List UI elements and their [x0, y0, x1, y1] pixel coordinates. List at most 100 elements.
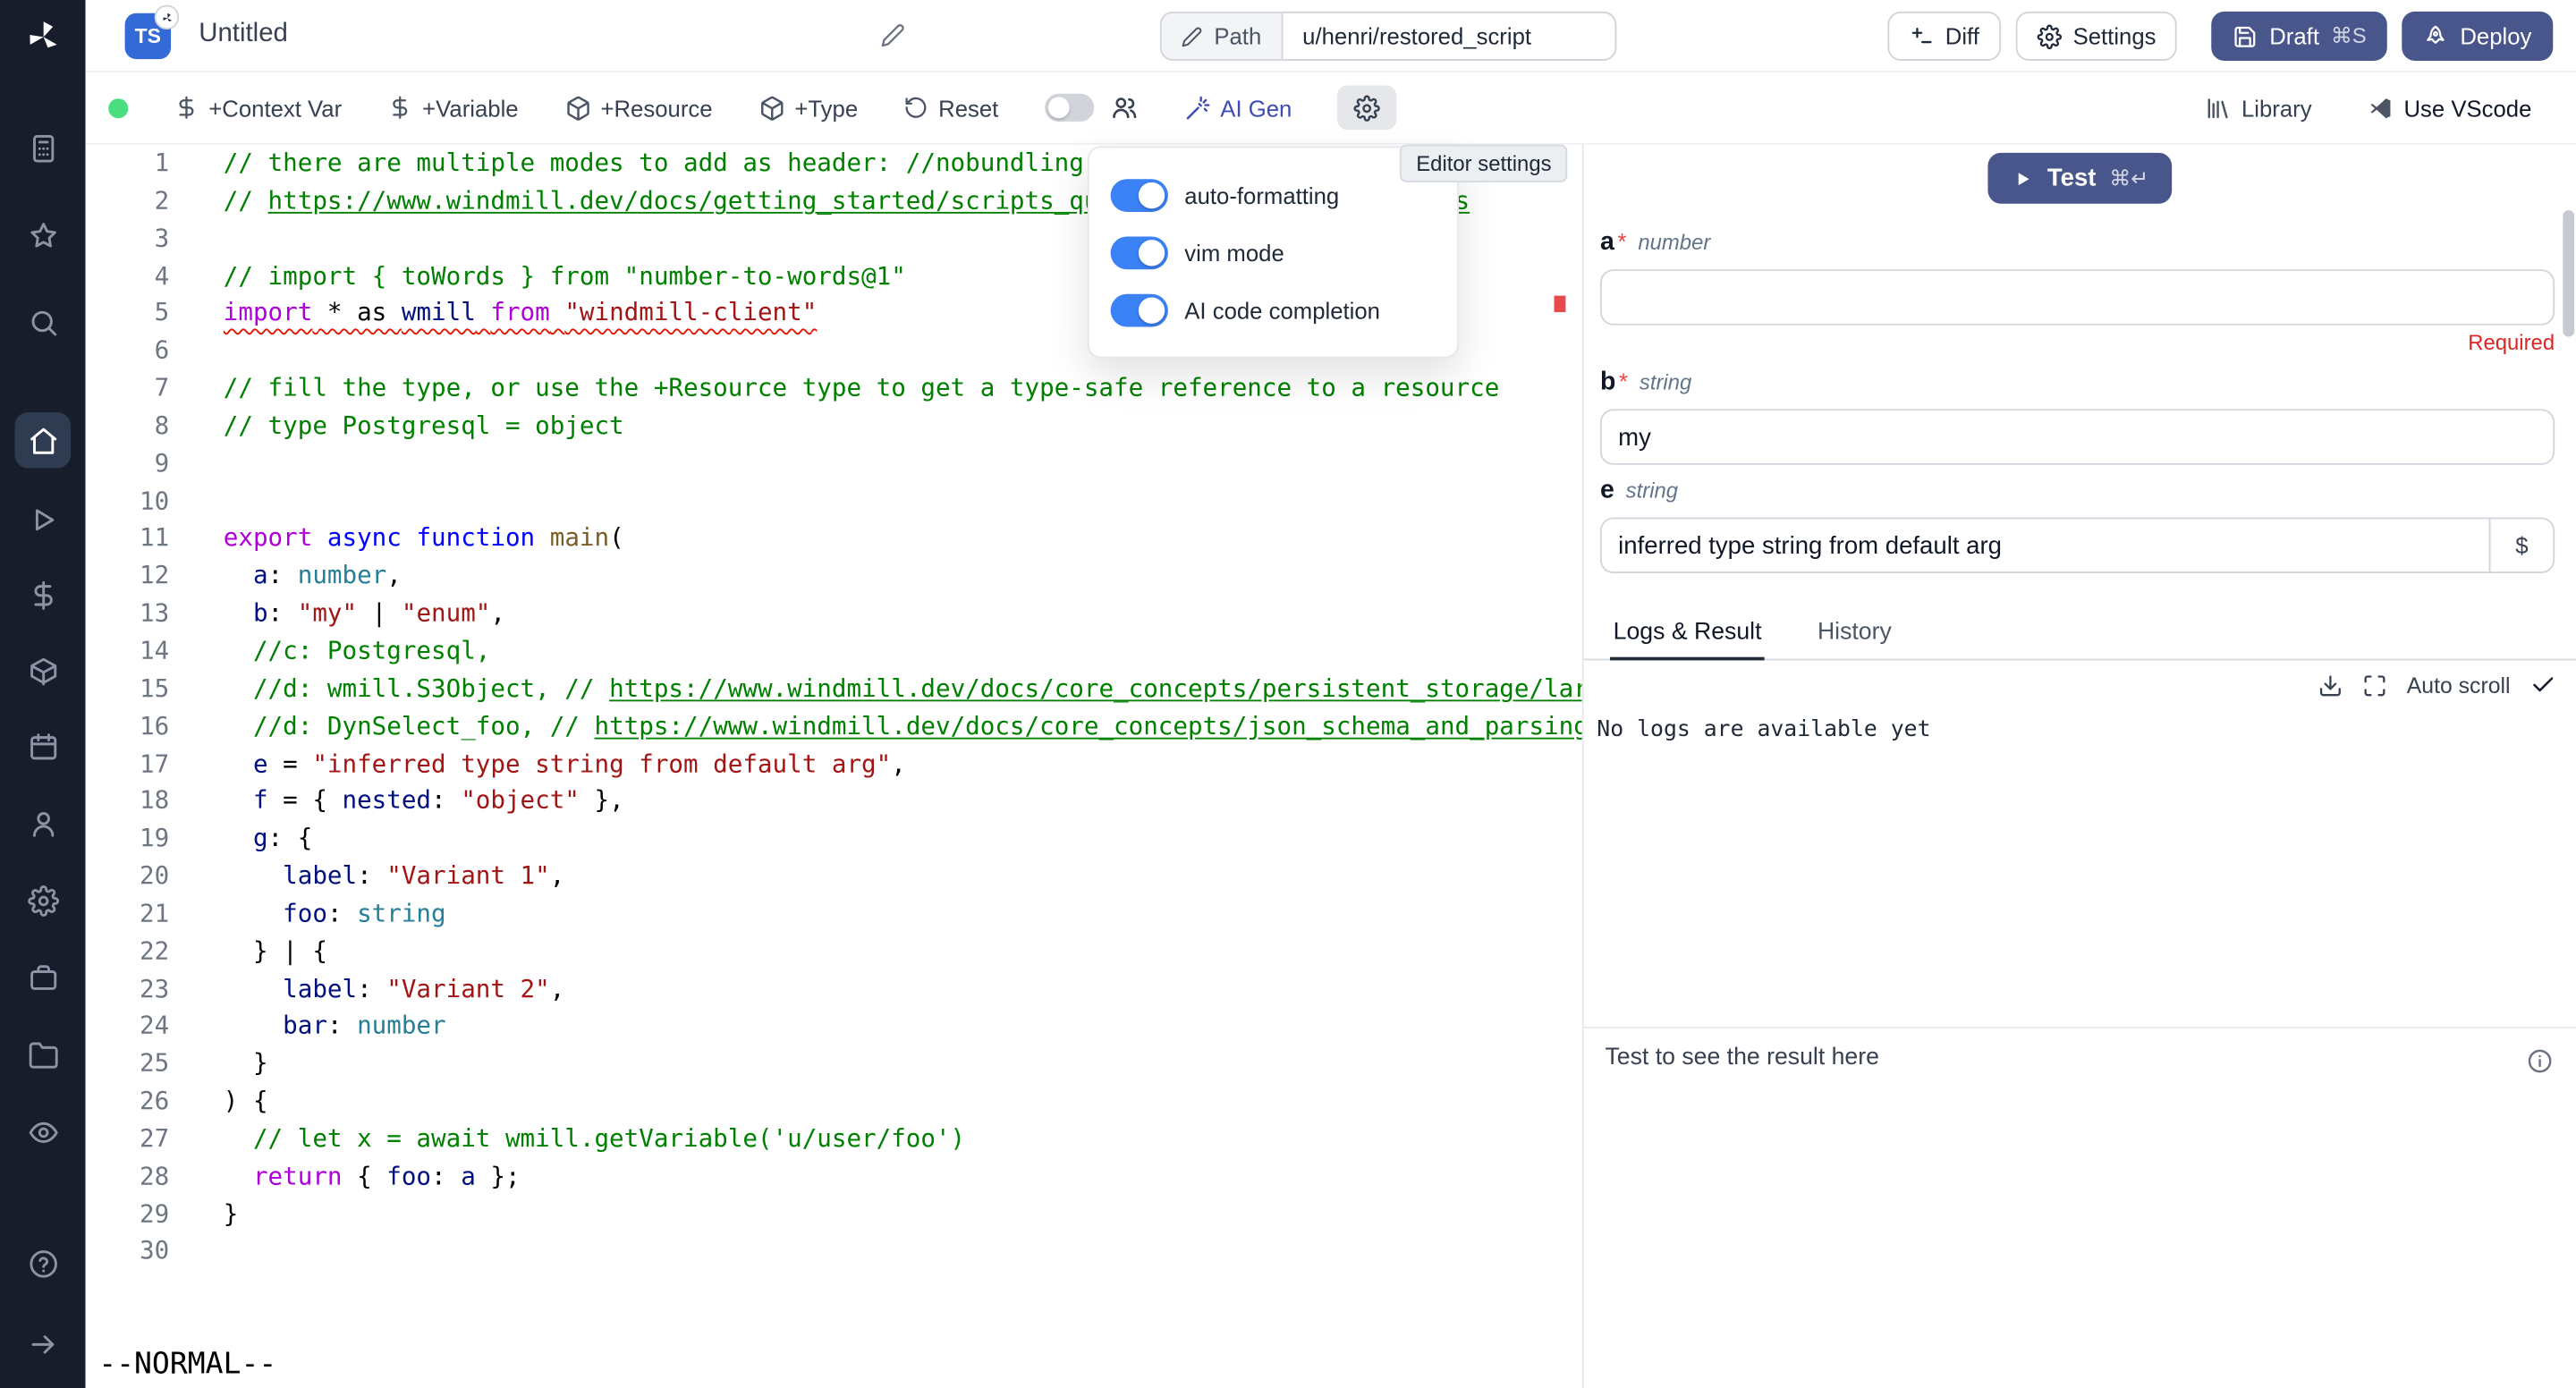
- add-context-var-button[interactable]: +Context Var: [174, 95, 342, 121]
- line-number: 18: [86, 783, 170, 820]
- code-line[interactable]: return { foo: a };: [224, 1157, 1582, 1195]
- code-line[interactable]: }: [224, 1045, 1582, 1083]
- code-line[interactable]: [224, 1232, 1582, 1270]
- code-line[interactable]: [224, 444, 1582, 482]
- field-input-b[interactable]: [1600, 409, 2555, 464]
- expand-logs-icon[interactable]: [2362, 673, 2387, 698]
- sidebar-item-search[interactable]: [15, 297, 71, 346]
- sidebar-item-user[interactable]: [15, 799, 71, 848]
- sidebar-item-gear[interactable]: [15, 876, 71, 925]
- reset-button[interactable]: Reset: [904, 95, 999, 121]
- code-line[interactable]: b: "my" | "enum",: [224, 595, 1582, 632]
- logs-toolbar: Auto scroll: [1584, 660, 2576, 709]
- toggle-auto-formatting[interactable]: [1111, 178, 1168, 211]
- add-resource-button[interactable]: +Resource: [564, 95, 712, 121]
- path-control: Path u/henri/restored_script: [1160, 12, 1616, 61]
- code-token: f: [253, 786, 268, 816]
- code-line[interactable]: g: {: [224, 820, 1582, 858]
- sidebar-item-play[interactable]: [15, 495, 71, 544]
- code-line[interactable]: // let x = await wmill.getVariable('u/us…: [224, 1121, 1582, 1158]
- sidebar-item-cube[interactable]: [15, 646, 71, 695]
- code-line[interactable]: [224, 482, 1582, 520]
- code-token: //c: Postgresql,: [224, 636, 491, 665]
- variable-picker-button[interactable]: $: [2489, 518, 2555, 573]
- code-token: e: [253, 749, 268, 778]
- code-token: };: [476, 1161, 521, 1190]
- gear-icon: [2037, 24, 2062, 49]
- ai-gen-button[interactable]: AI Gen: [1184, 95, 1292, 121]
- line-number: 16: [86, 707, 170, 745]
- sidebar-item-folder[interactable]: [15, 1030, 71, 1079]
- code-line[interactable]: // type Postgresql = object: [224, 407, 1582, 444]
- field-input-a[interactable]: [1600, 269, 2555, 325]
- code-line[interactable]: label: "Variant 2",: [224, 970, 1582, 1008]
- code-line[interactable]: // fill the type, or use the +Resource t…: [224, 369, 1582, 407]
- deploy-button[interactable]: Deploy: [2402, 12, 2553, 61]
- code-line[interactable]: //d: DynSelect_foo, // https://www.windm…: [224, 707, 1582, 745]
- library-icon: [2206, 95, 2232, 121]
- code-line[interactable]: ) {: [224, 1083, 1582, 1121]
- vscode-icon: [2368, 95, 2394, 121]
- code-token: [224, 898, 283, 927]
- line-number: 13: [86, 595, 170, 632]
- use-vscode-button[interactable]: Use VScode: [2368, 95, 2531, 121]
- line-number: 23: [86, 970, 170, 1008]
- multiplayer-toggle[interactable]: [1045, 94, 1094, 122]
- tab-history[interactable]: History: [1814, 606, 1894, 659]
- code-line[interactable]: bar: number: [224, 1008, 1582, 1045]
- line-number: 21: [86, 895, 170, 933]
- code-line[interactable]: label: "Variant 1",: [224, 858, 1582, 895]
- top-bar: TS Untitled Path u/henri/restored_script…: [86, 0, 2576, 72]
- code-line[interactable]: } | {: [224, 933, 1582, 970]
- sidebar-item-arrow-right[interactable]: [15, 1319, 71, 1368]
- code-line[interactable]: e = "inferred type string from default a…: [224, 745, 1582, 783]
- code-token: ,: [386, 561, 402, 590]
- code-token: label: [283, 973, 357, 1003]
- toggle-AI-code-completion[interactable]: [1111, 293, 1168, 326]
- code-line[interactable]: f = { nested: "object" },: [224, 783, 1582, 820]
- info-icon[interactable]: [2527, 1048, 2553, 1074]
- sidebar-item-home[interactable]: [15, 412, 71, 468]
- arguments-form: a*numberRequiredb*stringestring$: [1584, 204, 2576, 579]
- sidebar-item-dollar[interactable]: [15, 570, 71, 619]
- add-type-button[interactable]: +Type: [758, 95, 858, 121]
- test-button[interactable]: Test ⌘↵: [1988, 153, 2172, 204]
- edit-summary-icon[interactable]: [880, 23, 905, 48]
- result-tabs: Logs & Result History: [1584, 606, 2576, 661]
- editor-settings-button[interactable]: [1338, 86, 1397, 131]
- draft-button[interactable]: Draft ⌘S: [2212, 12, 2388, 61]
- windmill-logo-icon[interactable]: [22, 16, 64, 57]
- code-line[interactable]: //d: wmill.S3Object, // https://www.wind…: [224, 670, 1582, 707]
- code-line[interactable]: export async function main(: [224, 520, 1582, 557]
- code-line[interactable]: //c: Postgresql,: [224, 632, 1582, 670]
- sidebar-item-calculator[interactable]: [15, 123, 71, 173]
- code-token: },: [580, 786, 624, 816]
- settings-button[interactable]: Settings: [2015, 12, 2177, 61]
- diff-button[interactable]: Diff: [1887, 12, 2000, 61]
- sidebar-item-calendar[interactable]: [15, 721, 71, 770]
- download-logs-icon[interactable]: [2318, 673, 2343, 698]
- sidebar-item-help[interactable]: [15, 1239, 71, 1288]
- code-token: "windmill-client": [564, 298, 817, 327]
- code-token: //d: wmill.S3Object, //: [224, 673, 609, 703]
- code-line[interactable]: a: number,: [224, 557, 1582, 595]
- code-token: (: [609, 523, 624, 553]
- error-overview-marker: [1555, 296, 1566, 312]
- pencil-icon: [1182, 25, 1203, 47]
- path-edit-button[interactable]: Path: [1160, 12, 1282, 61]
- code-line[interactable]: foo: string: [224, 895, 1582, 933]
- code-line[interactable]: }: [224, 1195, 1582, 1232]
- library-button[interactable]: Library: [2206, 95, 2312, 121]
- add-variable-button[interactable]: +Variable: [388, 95, 519, 121]
- tab-logs-result[interactable]: Logs & Result: [1610, 606, 1765, 661]
- panel-scrollbar[interactable]: [2563, 210, 2574, 336]
- toggle-vim-mode[interactable]: [1111, 236, 1168, 269]
- sidebar-item-star[interactable]: [15, 210, 71, 259]
- sidebar-item-briefcase[interactable]: [15, 952, 71, 1002]
- auto-scroll-label[interactable]: Auto scroll: [2407, 673, 2511, 698]
- path-value[interactable]: u/henri/restored_script: [1281, 12, 1616, 61]
- line-number: 15: [86, 670, 170, 707]
- sidebar-item-eye[interactable]: [15, 1107, 71, 1156]
- field-input-e[interactable]: [1600, 518, 2491, 573]
- check-icon[interactable]: [2530, 672, 2556, 698]
